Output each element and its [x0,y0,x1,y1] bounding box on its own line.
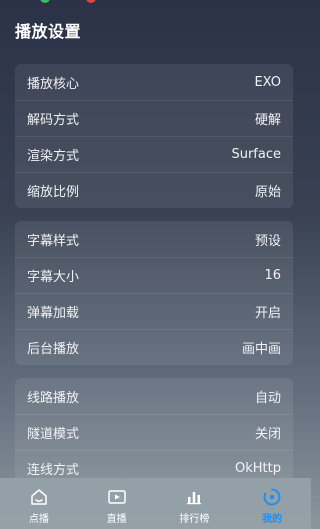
nav-label: 点播 [28,513,49,525]
setting-label: 缩放比例 [27,185,80,200]
setting-label: 字幕大小 [27,270,80,285]
setting-value: EXO [254,74,281,90]
setting-row-render-mode[interactable]: 渲染方式 Surface [15,136,293,172]
setting-row-scale-ratio[interactable]: 缩放比例 原始 [15,172,293,208]
page-title: 播放设置 [15,22,82,41]
user-circle-icon [263,488,281,505]
setting-value: 预设 [254,233,281,249]
bar-chart-icon [187,491,202,504]
nav-label: 我的 [262,513,283,525]
setting-value: 16 [264,268,281,283]
settings-group-network: 线路播放 自动 隧道模式 关闭 连线方式 OkHttp [15,378,293,478]
setting-value: 自动 [254,390,281,406]
settings-screen: 播放设置 播放核心 EXO 解码方式 硬解 渲染方式 Surface 缩放比例 … [0,0,311,529]
setting-label: 隧道模式 [27,427,80,442]
setting-label: 弹幕加载 [27,306,80,321]
setting-value: 原始 [254,185,281,200]
setting-row-danmaku-load[interactable]: 弹幕加载 开启 [15,293,293,329]
setting-label: 播放核心 [27,76,80,92]
settings-list[interactable]: 播放核心 EXO 解码方式 硬解 渲染方式 Surface 缩放比例 原始 字幕… [0,58,311,478]
setting-label: 解码方式 [27,113,80,128]
nav-item-ranking[interactable]: 排行榜 [156,478,234,529]
setting-row-subtitle-size[interactable]: 字幕大小 16 [15,257,293,293]
setting-value: 关闭 [254,427,281,442]
nav-label: 直播 [106,513,127,525]
setting-label: 渲染方式 [27,149,80,164]
setting-row-connection-method[interactable]: 连线方式 OkHttp [15,450,293,478]
setting-label: 字幕样式 [27,233,80,249]
setting-row-tunnel-mode[interactable]: 隧道模式 关闭 [15,414,293,450]
setting-value: 画中画 [241,342,281,357]
status-indicator-green [40,0,50,3]
settings-group-subtitle: 字幕样式 预设 字幕大小 16 弹幕加载 开启 后台播放 画中画 [15,221,293,365]
setting-label: 连线方式 [27,463,80,478]
header: 播放设置 [15,18,81,42]
nav-label: 排行榜 [179,513,210,525]
setting-row-subtitle-style[interactable]: 字幕样式 预设 [15,221,293,257]
setting-value: Surface [231,147,281,162]
setting-label: 后台播放 [27,342,80,357]
home-icon [31,488,47,505]
settings-group-playback: 播放核心 EXO 解码方式 硬解 渲染方式 Surface 缩放比例 原始 [15,64,293,208]
setting-value: OkHttp [235,461,281,476]
setting-row-background-play[interactable]: 后台播放 画中画 [15,329,293,365]
nav-item-mine[interactable]: 我的 [233,478,311,529]
setting-row-play-core[interactable]: 播放核心 EXO [15,64,293,100]
status-bar-strip [0,0,311,4]
setting-value: 开启 [254,306,281,321]
nav-item-live[interactable]: 直播 [78,478,156,529]
setting-row-route-play[interactable]: 线路播放 自动 [15,378,293,414]
setting-row-decode-mode[interactable]: 解码方式 硬解 [15,100,293,136]
status-indicator-red [86,0,96,3]
live-tv-icon [107,489,126,504]
bottom-nav: 点播 直播 排行榜 我的 [0,478,311,529]
setting-value: 硬解 [254,113,281,128]
setting-label: 线路播放 [27,390,80,406]
nav-item-vod[interactable]: 点播 [0,478,78,529]
